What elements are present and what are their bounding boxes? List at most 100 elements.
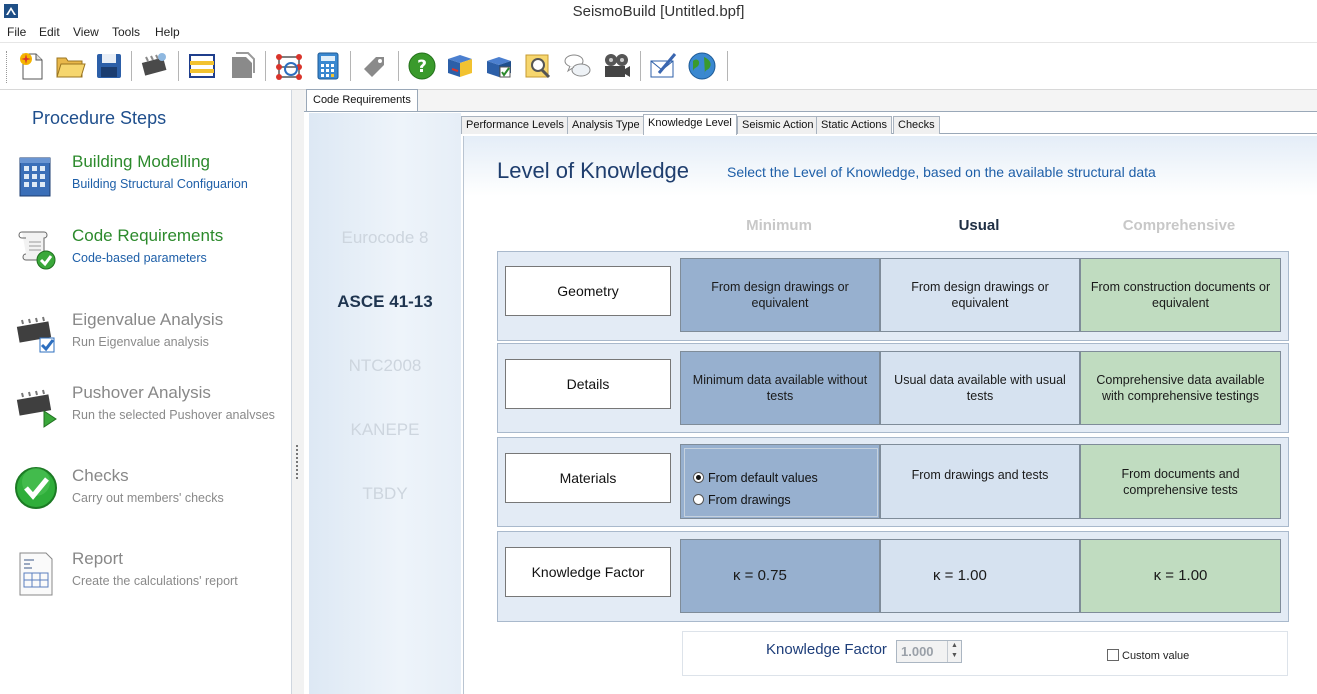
report-document-icon bbox=[19, 552, 53, 596]
step-title: Report bbox=[72, 549, 124, 568]
knowledge-factor-input[interactable]: 1.000 ▲ ▼ bbox=[896, 640, 962, 663]
geometry-usual-cell[interactable]: From design drawings or equivalent bbox=[880, 258, 1080, 332]
tab-knowledge-level[interactable]: Knowledge Level bbox=[643, 114, 737, 135]
window-title: SeismoBuild [Untitled.bpf] bbox=[572, 3, 745, 20]
knowledge-factor-spinner[interactable]: ▲ ▼ bbox=[947, 641, 961, 662]
toolbar-grip[interactable] bbox=[6, 51, 9, 83]
menu-tools[interactable]: Tools bbox=[112, 25, 140, 39]
row-label-materials: Materials bbox=[505, 453, 671, 503]
tab-code-requirements[interactable]: Code Requirements bbox=[306, 89, 418, 111]
frame-structure-icon[interactable] bbox=[186, 49, 218, 83]
menu-bar: File Edit View Tools Help bbox=[0, 22, 1317, 42]
step-code-requirements[interactable]: Code Requirements Code-based parameters bbox=[0, 226, 292, 296]
tab-checks[interactable]: Checks bbox=[893, 116, 940, 134]
film-reel-icon[interactable] bbox=[600, 49, 632, 83]
knowledge-factor-label: Knowledge Factor bbox=[766, 641, 887, 658]
custom-value-checkbox[interactable] bbox=[1107, 649, 1119, 661]
structure-model-icon[interactable] bbox=[273, 49, 305, 83]
outer-tab-bar bbox=[304, 90, 1317, 112]
code-ntc2008[interactable]: NTC2008 bbox=[309, 356, 461, 376]
menu-file[interactable]: File bbox=[7, 25, 26, 39]
tag-disabled-icon[interactable] bbox=[358, 49, 390, 83]
help-icon[interactable]: ? bbox=[406, 49, 438, 83]
toolbar-separator bbox=[640, 51, 641, 81]
spin-down-icon[interactable]: ▼ bbox=[948, 651, 961, 661]
step-building-modelling[interactable]: Building Modelling Building Structural C… bbox=[0, 152, 292, 222]
open-folder-icon[interactable] bbox=[54, 49, 86, 83]
splitter-grip[interactable] bbox=[296, 445, 299, 479]
step-title: Pushover Analysis bbox=[72, 383, 211, 402]
code-eurocode-8[interactable]: Eurocode 8 bbox=[309, 228, 461, 248]
radio-button-checked[interactable] bbox=[693, 472, 704, 483]
toolbar: ? bbox=[0, 42, 1317, 90]
code-selector: Eurocode 8 ASCE 41-13 NTC2008 KANEPE TBD… bbox=[309, 113, 461, 694]
code-tbdy[interactable]: TBDY bbox=[309, 484, 461, 504]
knowledge-factor-minimum: κ = 0.75 bbox=[680, 539, 880, 613]
tab-seismic-action[interactable]: Seismic Action bbox=[737, 116, 819, 134]
custom-value-toggle[interactable]: Custom value bbox=[1107, 649, 1189, 662]
row-label-details: Details bbox=[505, 359, 671, 409]
toolbar-separator bbox=[265, 51, 266, 81]
book-icon[interactable] bbox=[444, 49, 476, 83]
step-report[interactable]: Report Create the calculations' report bbox=[0, 549, 292, 619]
step-pushover-analysis[interactable]: Pushover Analysis Run the selected Pusho… bbox=[0, 383, 292, 453]
new-file-icon[interactable] bbox=[16, 49, 48, 83]
step-title: Code Requirements bbox=[72, 226, 224, 245]
spin-up-icon[interactable]: ▲ bbox=[948, 641, 961, 651]
step-subtitle: Code-based parameters bbox=[72, 251, 207, 265]
materials-comprehensive-cell[interactable]: From documents and comprehensive tests bbox=[1080, 444, 1281, 519]
row-label-knowledge-factor: Knowledge Factor bbox=[505, 547, 671, 597]
tab-performance-levels[interactable]: Performance Levels bbox=[461, 116, 569, 134]
knowledge-factor-usual: κ = 1.00 bbox=[880, 539, 1080, 613]
step-subtitle: Building Structural Configuarion bbox=[72, 177, 248, 191]
code-asce-41-13[interactable]: ASCE 41-13 bbox=[309, 292, 461, 312]
scroll-check-icon bbox=[18, 231, 56, 270]
knowledge-factor-comprehensive: κ = 1.00 bbox=[1080, 539, 1281, 613]
menu-help[interactable]: Help bbox=[155, 25, 180, 39]
step-checks[interactable]: Checks Carry out members' checks bbox=[0, 466, 292, 536]
pen-letter-icon[interactable] bbox=[647, 49, 679, 83]
copy-disabled-icon[interactable] bbox=[226, 49, 258, 83]
materials-source-options: From default values From drawings bbox=[684, 448, 878, 517]
step-subtitle: Run the selected Pushover analvses bbox=[72, 408, 275, 422]
details-minimum-cell[interactable]: Minimum data available without tests bbox=[680, 351, 880, 425]
step-eigenvalue-analysis[interactable]: Eigenvalue Analysis Run Eigenvalue analy… bbox=[0, 310, 292, 380]
check-circle-icon bbox=[15, 467, 57, 509]
radio-default-values[interactable]: From default values bbox=[693, 471, 818, 485]
row-label-geometry: Geometry bbox=[505, 266, 671, 316]
radio-from-drawings[interactable]: From drawings bbox=[693, 493, 791, 507]
code-kanepe[interactable]: KANEPE bbox=[309, 420, 461, 440]
geometry-minimum-cell[interactable]: From design drawings or equivalent bbox=[680, 258, 880, 332]
chip-play-icon bbox=[16, 389, 57, 428]
search-zoom-icon[interactable] bbox=[522, 49, 554, 83]
step-title: Checks bbox=[72, 466, 129, 485]
details-usual-cell[interactable]: Usual data available with usual tests bbox=[880, 351, 1080, 425]
step-subtitle: Run Eigenvalue analysis bbox=[72, 335, 209, 349]
column-header-usual[interactable]: Usual bbox=[879, 217, 1079, 234]
toolbar-separator bbox=[131, 51, 132, 81]
calculator-icon[interactable] bbox=[312, 49, 344, 83]
geometry-comprehensive-cell[interactable]: From construction documents or equivalen… bbox=[1080, 258, 1281, 332]
knowledge-title: Level of Knowledge bbox=[497, 158, 690, 183]
menu-view[interactable]: View bbox=[73, 25, 99, 39]
save-disk-icon[interactable] bbox=[93, 49, 125, 83]
chat-bubbles-icon[interactable] bbox=[561, 49, 593, 83]
book-check-icon[interactable] bbox=[483, 49, 515, 83]
tab-static-actions[interactable]: Static Actions bbox=[816, 116, 893, 134]
column-header-minimum[interactable]: Minimum bbox=[679, 217, 879, 234]
radio-button[interactable] bbox=[693, 494, 704, 505]
menu-edit[interactable]: Edit bbox=[39, 25, 60, 39]
details-comprehensive-cell[interactable]: Comprehensive data available with compre… bbox=[1080, 351, 1281, 425]
materials-usual-cell[interactable]: From drawings and tests bbox=[880, 444, 1080, 519]
custom-value-label: Custom value bbox=[1122, 650, 1190, 662]
building-icon bbox=[19, 157, 51, 197]
panel-splitter[interactable] bbox=[292, 90, 304, 694]
run-chip-icon[interactable] bbox=[138, 49, 170, 83]
globe-icon[interactable] bbox=[686, 49, 718, 83]
tab-analysis-type[interactable]: Analysis Type bbox=[567, 116, 645, 134]
column-header-comprehensive[interactable]: Comprehensive bbox=[1079, 217, 1279, 234]
radio-label: From default values bbox=[708, 471, 818, 485]
step-title: Eigenvalue Analysis bbox=[72, 310, 224, 329]
procedure-panel: Procedure Steps Building Modelling Build… bbox=[0, 90, 292, 694]
svg-text:?: ? bbox=[417, 57, 427, 77]
